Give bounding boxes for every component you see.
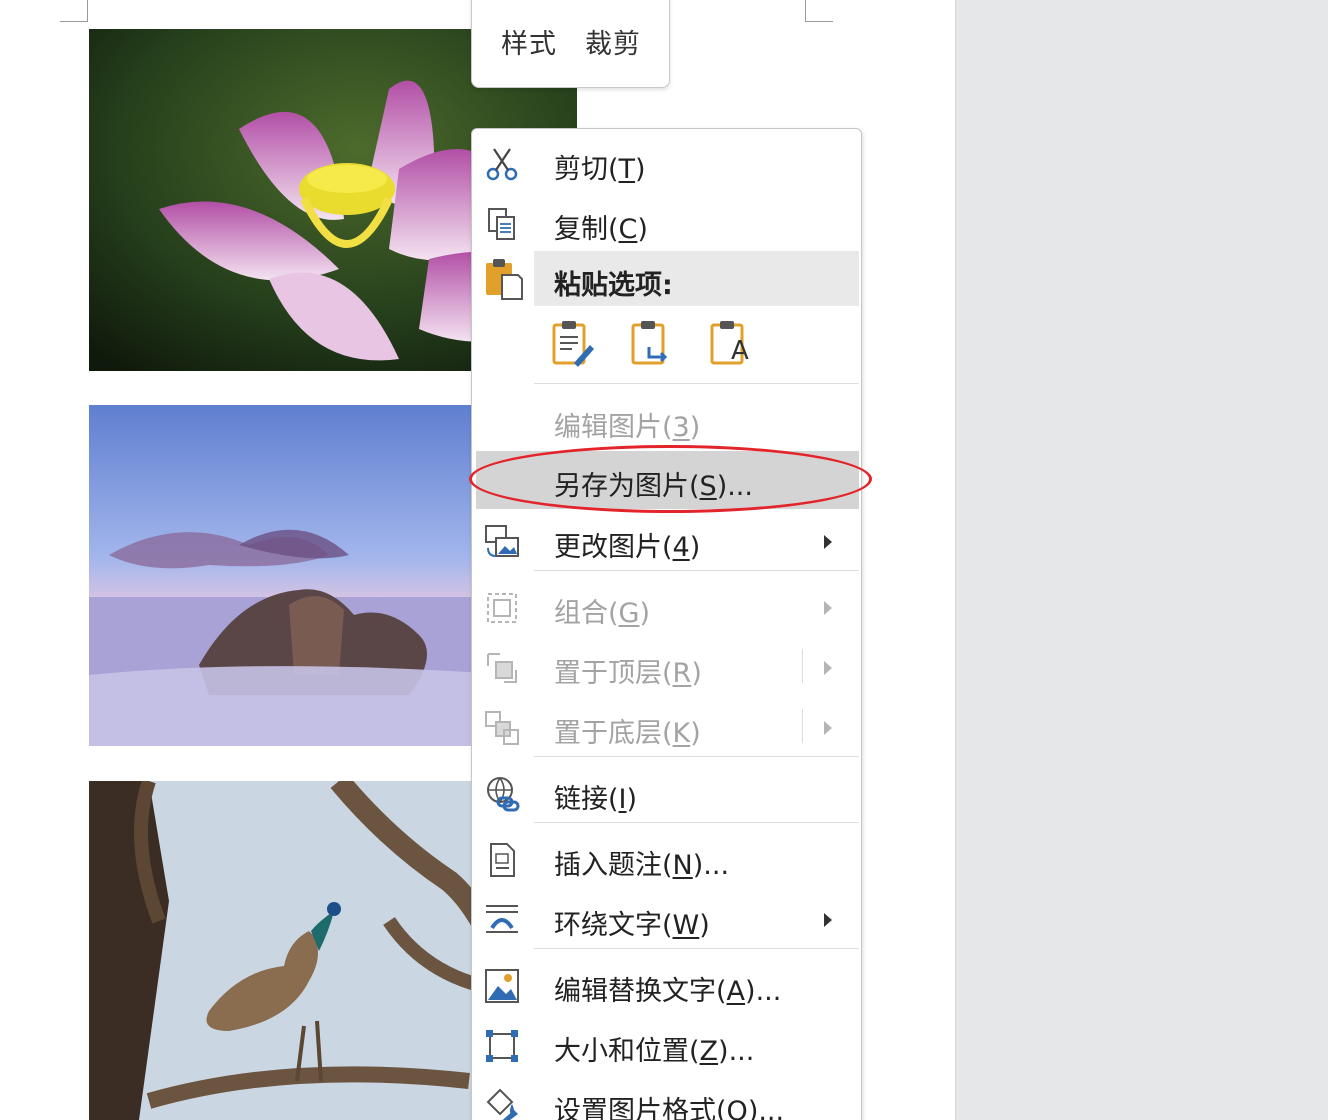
menu-item-send-to-back[interactable]: 置于底层(K): [472, 698, 861, 756]
paste-options-header: 粘贴选项:: [534, 251, 859, 306]
change-picture-icon: [485, 525, 519, 557]
menu-item-group[interactable]: 组合(G): [472, 578, 861, 636]
menu-item-label: 置于顶层(R): [554, 658, 702, 689]
menu-item-copy[interactable]: 复制(C): [472, 194, 861, 252]
menu-item-label: 环绕文字(W): [554, 910, 710, 941]
split-divider: [802, 649, 803, 683]
menu-item-change-picture[interactable]: 更改图片(4): [472, 512, 861, 570]
menu-item-label: 设置图片格式(O)...: [554, 1096, 785, 1120]
menu-item-label: 置于底层(K): [554, 718, 701, 749]
submenu-arrow-icon: [824, 601, 832, 615]
menu-separator: [534, 948, 859, 949]
menu-item-format-picture[interactable]: 设置图片格式(O)...: [472, 1076, 861, 1120]
submenu-arrow-icon: [824, 661, 832, 675]
size-position-icon: [486, 1030, 518, 1062]
wrap-text-icon: [486, 905, 518, 933]
menu-item-label: 编辑替换文字(A)...: [554, 976, 782, 1007]
menu-item-insert-caption[interactable]: 插入题注(N)...: [472, 830, 861, 888]
paste-keep-formatting-icon[interactable]: [552, 319, 594, 367]
caption-icon: [490, 843, 515, 877]
submenu-arrow-icon: [824, 535, 832, 549]
menu-separator: [534, 756, 859, 757]
crop-button[interactable]: 裁剪: [585, 22, 641, 87]
document-margin-pane: [955, 0, 1328, 1120]
menu-item-wrap-text[interactable]: 环绕文字(W): [472, 890, 861, 948]
submenu-arrow-icon: [824, 721, 832, 735]
paste-options-label: 粘贴选项:: [554, 270, 673, 301]
menu-item-label: 编辑图片(3): [554, 412, 701, 443]
alt-text-icon: [485, 969, 519, 1003]
paste-options-row: A: [552, 319, 752, 367]
send-to-back-icon: [485, 711, 519, 745]
menu-item-edit-alt-text[interactable]: 编辑替换文字(A)...: [472, 956, 861, 1014]
group-icon: [487, 593, 517, 623]
paste-text-glyph: A: [731, 336, 749, 366]
menu-item-label: 更改图片(4): [554, 532, 701, 563]
menu-separator: [534, 570, 859, 571]
paste-text-only-icon[interactable]: A: [710, 319, 752, 367]
submenu-arrow-icon: [824, 913, 832, 927]
menu-item-link[interactable]: 链接(I): [472, 764, 861, 822]
split-divider: [802, 709, 803, 743]
menu-item-label: 另存为图片(S)...: [554, 471, 753, 502]
link-icon: [487, 777, 520, 812]
mini-toolbar: 样式 裁剪: [471, 0, 670, 88]
clipboard-icon: [486, 259, 523, 300]
paste-merge-formatting-icon[interactable]: [631, 319, 673, 367]
menu-item-label: 链接(I): [554, 784, 638, 815]
menu-item-size-position[interactable]: 大小和位置(Z)...: [472, 1016, 861, 1074]
menu-item-label: 剪切(T): [554, 154, 646, 185]
menu-item-label: 大小和位置(Z)...: [554, 1036, 755, 1067]
menu-separator: [534, 822, 859, 823]
copy-icon: [488, 208, 515, 240]
bring-to-front-icon: [487, 653, 517, 683]
menu-item-edit-picture[interactable]: 编辑图片(3): [472, 392, 861, 450]
format-picture-icon: [486, 1088, 518, 1120]
menu-item-label: 复制(C): [554, 214, 648, 245]
menu-item-save-as-picture[interactable]: 另存为图片(S)...: [476, 451, 859, 509]
page-corner-mark-right: [805, 0, 833, 22]
scissors-icon: [486, 148, 518, 181]
page-corner-mark-left: [60, 0, 88, 22]
style-button[interactable]: 样式: [501, 22, 557, 87]
menu-separator: [534, 383, 859, 384]
menu-item-cut[interactable]: 剪切(T): [472, 134, 861, 192]
context-menu: 剪切(T) 复制(C) 粘贴选项: A 编辑图片(3) 另存为图片(S)... …: [471, 128, 862, 1120]
menu-item-label: 插入题注(N)...: [554, 850, 730, 881]
menu-item-bring-to-front[interactable]: 置于顶层(R): [472, 638, 861, 696]
menu-item-label: 组合(G): [554, 598, 651, 629]
